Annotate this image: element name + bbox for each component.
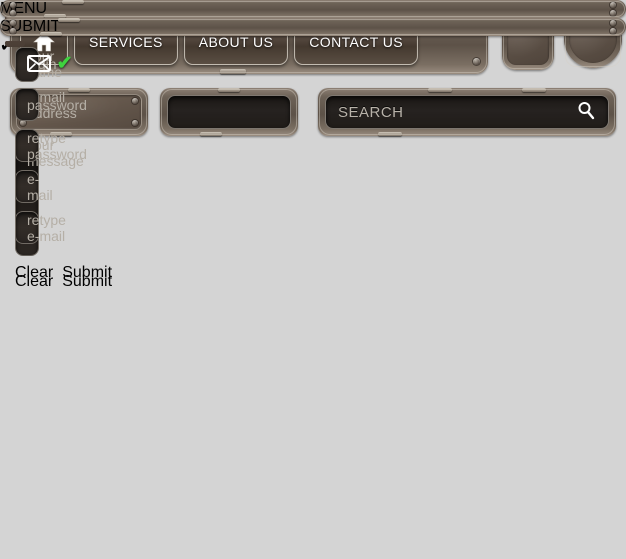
search-input[interactable]: SEARCH [338,104,404,121]
search-input-wrapper[interactable]: SEARCH [325,95,609,129]
frame-clip [200,132,222,136]
rivet [610,2,616,8]
empty-input-panel[interactable] [160,88,298,136]
rivet [610,28,616,34]
rivet [610,20,616,26]
subscribe-email-field[interactable] [15,47,51,82]
field-placeholder: e-mail [27,170,53,203]
frame-clip [428,88,452,92]
rivet [10,28,16,34]
rivet [10,2,16,8]
envelope-icon[interactable] [27,54,51,75]
frame-clip [220,69,246,74]
button-label: Submit [62,273,113,290]
frame-clip [62,0,84,4]
empty-input[interactable] [167,95,291,129]
submit-button-face[interactable]: SUBMIT [0,18,626,36]
button-label: MENU [0,0,48,17]
search-bar[interactable]: SEARCH [318,88,616,136]
nav-item-label: CONTACT US [309,34,403,50]
submit-button[interactable]: Submit [62,273,112,301]
rivet [610,10,616,16]
email-field[interactable]: e-mail [15,170,53,203]
menu-button[interactable]: MENU [0,0,626,18]
password-field[interactable]: password [15,88,87,121]
rivet [132,98,138,104]
field-placeholder: password [27,96,87,113]
search-icon[interactable] [576,100,596,124]
frame-clip [40,32,62,36]
subscribe-panel-body [5,41,51,82]
retype-email-field[interactable]: retype e-mail [15,211,66,244]
submit-big-button[interactable]: SUBMIT [0,18,626,36]
nav-item-label: ABOUT US [198,34,274,50]
retype-password-field[interactable]: retype password [15,129,87,162]
frame-clip [218,88,240,92]
clear-button[interactable]: Clear [15,273,53,301]
field-placeholder: retype e-mail [27,211,66,244]
menu-button-face[interactable]: MENU [0,0,626,18]
rivet [132,120,138,126]
frame-clip [378,132,402,136]
frame-clip [58,18,80,22]
rivet [10,20,16,26]
rivet [10,10,16,16]
frame-clip [522,88,546,92]
valid-check-icon: ✔ [56,53,73,74]
button-label: Clear [15,273,54,290]
field-placeholder: retype password [27,129,87,162]
